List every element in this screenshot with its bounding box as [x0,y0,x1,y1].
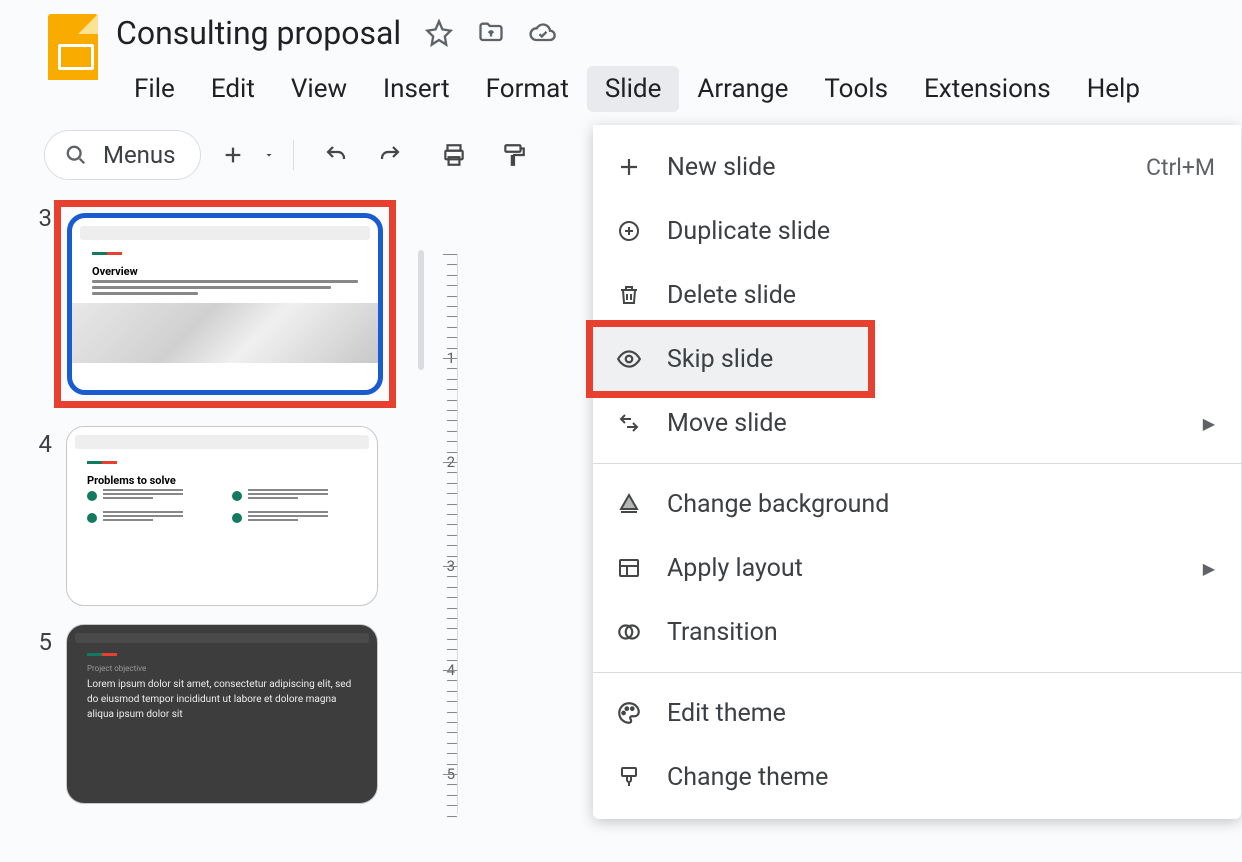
separator [293,140,294,170]
menu-item-apply-layout[interactable]: Apply layout ▶ [593,536,1241,600]
tutorial-highlight: Overview [54,200,396,408]
slide-title-small: Project objective [87,664,377,673]
cloud-status-icon[interactable] [529,19,557,47]
menu-view[interactable]: View [273,66,365,112]
layout-icon [615,554,643,582]
menu-item-skip-slide[interactable]: Skip slide [593,327,868,391]
menu-format[interactable]: Format [468,66,587,112]
menu-slide[interactable]: Slide [587,66,680,112]
menu-item-change-background[interactable]: Change background [593,472,1241,536]
slide-thumbnail-5[interactable]: Project objective Lorem ipsum dolor sit … [66,624,378,804]
separator [593,672,1241,673]
shortcut: Ctrl+M [1146,154,1215,181]
plus-icon [615,153,643,181]
menu-tools[interactable]: Tools [806,66,906,112]
menu-item-transition[interactable]: Transition [593,600,1241,664]
undo-button[interactable] [314,133,358,177]
menus-search[interactable]: Menus [44,130,201,180]
separator [593,463,1241,464]
menu-help[interactable]: Help [1069,66,1158,112]
scrollbar[interactable] [418,250,424,370]
paint-format-button[interactable] [492,133,536,177]
trash-icon [615,281,643,309]
palette-icon [615,699,643,727]
app-logo[interactable] [48,14,98,80]
move-icon [615,409,643,437]
slide-thumbnail-row: 4 Problems to solve [36,426,430,606]
slide-thumbnail-row: 5 Project objective Lorem ipsum dolor si… [36,624,430,804]
new-slide-button[interactable] [211,133,255,177]
menu-item-new-slide[interactable]: New slide Ctrl+M [593,135,1241,199]
submenu-arrow-icon: ▶ [1203,559,1215,578]
slide-body-text: Lorem ipsum dolor sit amet, consectetur … [87,677,357,722]
menu-item-edit-theme[interactable]: Edit theme [593,681,1241,745]
slide-panel: 3 Overview 4 Problems to solve [0,194,430,834]
menu-item-delete-slide[interactable]: Delete slide [593,263,1241,327]
slide-thumbnail-4[interactable]: Problems to solve [66,426,378,606]
vertical-ruler: 1 2 3 4 5 [430,254,458,814]
menubar: File Edit View Insert Format Slide Arran… [116,66,1242,112]
slide-number: 4 [36,430,52,458]
slide-thumbnail-3[interactable]: Overview [67,213,383,395]
redo-button[interactable] [368,133,412,177]
slide-title: Overview [92,265,378,278]
menu-item-change-theme[interactable]: Change theme [593,745,1241,809]
menu-arrange[interactable]: Arrange [679,66,806,112]
document-title[interactable]: Consulting proposal [116,14,401,52]
move-to-folder-icon[interactable] [477,19,505,47]
print-button[interactable] [432,133,476,177]
background-icon [615,490,643,518]
brush-icon [615,763,643,791]
tutorial-highlight: Skip slide [586,320,875,398]
menu-item-move-slide[interactable]: Move slide ▶ [593,391,1241,455]
menu-edit[interactable]: Edit [193,66,273,112]
slide-title: Problems to solve [87,474,377,487]
menus-label: Menus [103,141,176,169]
slide-number: 5 [36,628,52,656]
submenu-arrow-icon: ▶ [1203,414,1215,433]
menu-file[interactable]: File [116,66,193,112]
transition-icon [615,618,643,646]
duplicate-icon [615,217,643,245]
slide-number: 3 [36,204,52,232]
slide-thumbnail-row: 3 Overview [36,200,430,408]
search-icon [65,144,87,166]
menu-item-duplicate-slide[interactable]: Duplicate slide [593,199,1241,263]
star-icon[interactable] [425,19,453,47]
menu-insert[interactable]: Insert [365,66,468,112]
menu-extensions[interactable]: Extensions [906,66,1069,112]
eye-icon [615,345,643,373]
slide-menu-dropdown: New slide Ctrl+M Duplicate slide Delete … [593,125,1241,819]
new-slide-dropdown[interactable] [257,133,281,177]
